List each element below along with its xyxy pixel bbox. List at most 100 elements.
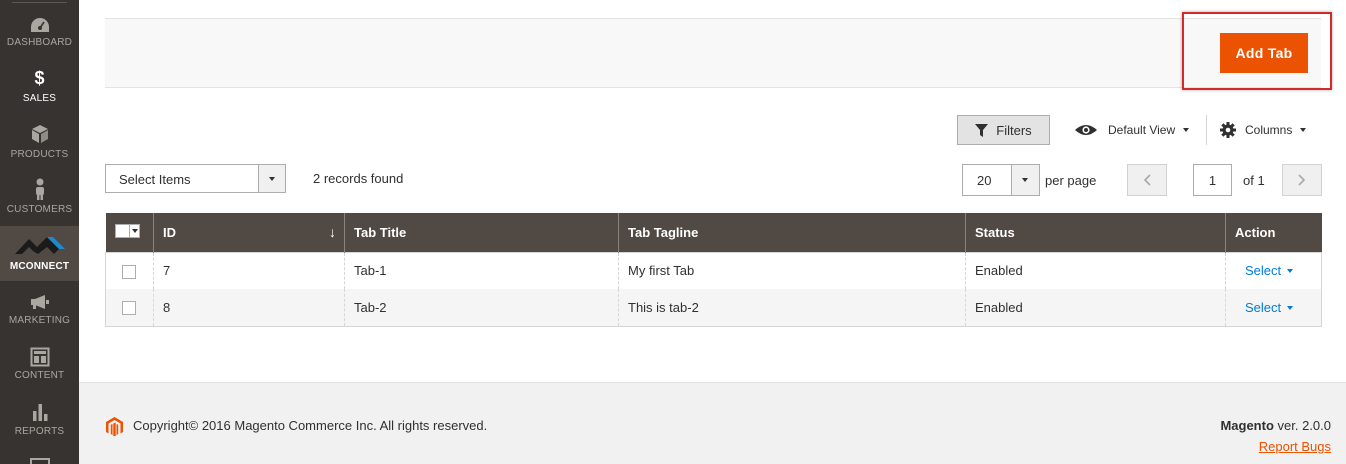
grid-header-row: ID ↓ Tab Title Tab Tagline Status Action [105,213,1322,252]
gear-icon [1220,122,1236,138]
mass-select-header [105,213,154,252]
column-header-tab-title[interactable]: Tab Title [344,213,619,252]
total-pages-label: of 1 [1243,173,1265,188]
cell-tab-title: Tab-2 [344,289,619,327]
column-header-label: ID [163,224,176,240]
action-select-label: Select [1245,263,1282,279]
chevron-down-icon [1300,128,1307,132]
sort-desc-icon: ↓ [329,224,336,240]
row-action-select[interactable]: Select [1245,299,1294,315]
sidebar-item-label: MCONNECT [9,261,70,272]
per-page-toggle[interactable] [1011,165,1039,195]
default-view-dropdown[interactable]: Default View [1074,115,1190,145]
row-checkbox[interactable] [122,301,136,316]
page-footer: Copyright© 2016 Magento Commerce Inc. Al… [79,382,1346,464]
records-count: 2 records found [313,171,404,186]
cell-tab-title: Tab-1 [344,252,619,289]
sidebar-item-customers[interactable]: CUSTOMERS [0,170,79,225]
version-number: ver. 2.0.0 [1273,418,1331,433]
megaphone-icon [30,295,49,309]
current-page-input[interactable]: 1 [1193,164,1232,196]
add-tab-button[interactable]: Add Tab [1220,33,1308,73]
mass-action-toggle[interactable] [258,165,285,192]
sidebar-item-label: CONTENT [14,370,65,381]
sidebar-item-products[interactable]: PRODUCTS [0,114,79,169]
mass-action-placeholder: Select Items [119,172,191,187]
cell-status: Enabled [965,289,1226,327]
table-row: 7 Tab-1 My first Tab Enabled Select [105,252,1322,289]
chevron-down-icon [1287,305,1294,310]
chevron-down-icon [269,177,275,181]
per-page-value: 20 [977,173,992,188]
copyright-text: Copyright© 2016 Magento Commerce Inc. Al… [133,418,488,433]
sidebar-item-label: SALES [22,93,57,104]
chevron-down-icon [1287,269,1294,274]
person-icon [35,178,44,200]
tabs-grid: ID ↓ Tab Title Tab Tagline Status Action… [105,213,1322,327]
chevron-down-icon [131,229,138,234]
previous-page-button[interactable] [1127,164,1167,196]
columns-dropdown[interactable]: Columns [1220,115,1307,145]
mconnect-logo-icon [14,237,65,254]
column-header-tab-tagline[interactable]: Tab Tagline [618,213,966,252]
chevron-down-icon [1022,178,1028,182]
filters-button[interactable]: Filters [957,115,1050,145]
toolbar-divider [1206,115,1207,145]
mass-select-dropdown[interactable] [128,225,139,238]
brand-name: Magento [1220,418,1274,433]
column-header-id[interactable]: ID ↓ [153,213,345,252]
action-select-label: Select [1245,299,1282,315]
sidebar-item-dashboard[interactable]: DASHBOARD [0,3,79,58]
sidebar-item-label: DASHBOARD [6,37,73,48]
row-checkbox-cell [105,289,154,327]
sidebar-item-label: MARKETING [8,315,71,326]
chevron-down-icon [1183,128,1190,132]
per-page-label: per page [1045,173,1097,188]
layout-icon [30,347,49,367]
chevron-right-icon [1298,174,1306,186]
filters-label: Filters [996,122,1032,138]
select-all-checkbox[interactable] [115,225,129,238]
column-header-label: Tab Tagline [628,224,699,240]
sidebar-item-label: CUSTOMERS [6,204,73,215]
sidebar-item-label: PRODUCTS [10,149,69,160]
default-view-label: Default View [1108,123,1176,137]
mass-action-select[interactable]: Select Items [105,164,286,193]
cell-id: 7 [153,252,345,289]
column-header-label: Tab Title [354,224,407,240]
per-page-select[interactable]: 20 [962,164,1040,196]
sidebar-item-content[interactable]: CONTENT [0,338,79,393]
grid-icon [30,458,50,464]
eye-icon [1075,125,1097,135]
sidebar-item-mconnect[interactable]: MCONNECT [0,226,79,281]
column-header-status[interactable]: Status [965,213,1226,252]
sidebar-item-reports[interactable]: REPORTS [0,394,79,449]
dollar-icon: $ [34,68,45,88]
page-actions-bar [105,18,1321,88]
cell-id: 8 [153,289,345,327]
column-header-label: Status [975,224,1015,240]
column-header-label: Action [1235,224,1276,240]
next-page-button[interactable] [1282,164,1322,196]
table-row: 8 Tab-2 This is tab-2 Enabled Select [105,289,1322,327]
row-action-select[interactable]: Select [1245,263,1294,279]
row-checkbox-cell [105,252,154,289]
sidebar-item-sales[interactable]: $ SALES [0,58,79,113]
column-header-action: Action [1225,213,1322,252]
report-bugs-link[interactable]: Report Bugs [1259,439,1331,454]
chevron-left-icon [1143,174,1151,186]
mass-select-checkbox[interactable] [114,224,140,239]
dashboard-icon [30,18,49,32]
row-checkbox[interactable] [122,264,136,279]
filter-icon [975,123,989,137]
cell-tab-tagline: My first Tab [618,252,966,289]
version-text: Magento ver. 2.0.0 [1220,418,1331,433]
cell-action: Select [1225,252,1322,289]
sidebar-item-marketing[interactable]: MARKETING [0,282,79,337]
sidebar-item-label: REPORTS [14,426,65,437]
bar-chart-icon [32,404,47,421]
admin-sidebar: DASHBOARD $ SALES PRODUCTS CUSTOMERS MCO… [0,0,79,464]
cell-action: Select [1225,289,1322,327]
magento-logo-icon [106,417,123,436]
columns-label: Columns [1245,123,1293,137]
